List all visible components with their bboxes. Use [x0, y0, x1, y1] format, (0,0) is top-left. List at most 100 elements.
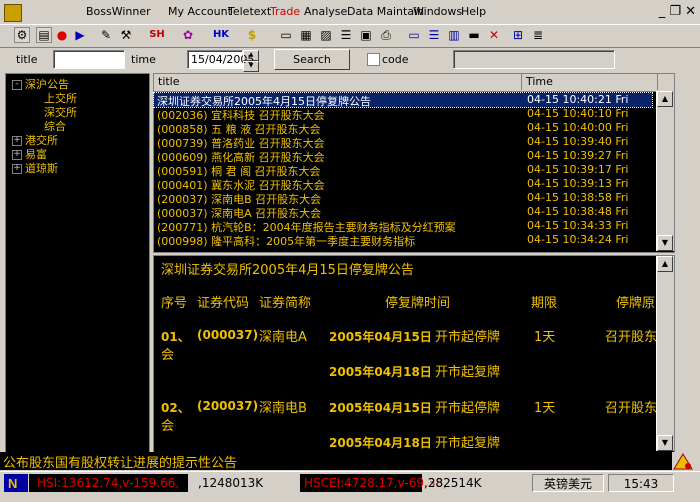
sh-button[interactable]: SH	[146, 27, 168, 43]
entry-time2-action: 开市起复牌	[435, 365, 501, 380]
page-icon[interactable]: ▣	[358, 27, 374, 43]
chart-tool-icon[interactable]: ⚙	[14, 27, 30, 43]
detail-scrollbar[interactable]: ▲ ▼	[656, 256, 674, 451]
time-label: time	[131, 53, 156, 66]
monitor-icon[interactable]: ▬	[466, 27, 482, 43]
list-item[interactable]: (000998) 隆平高科：2005年第一季度主要财务指标 04-15 10:34…	[154, 233, 652, 248]
close-window-icon[interactable]: ✕	[486, 27, 502, 43]
sector-icon[interactable]: ✿	[180, 27, 196, 43]
list-item-title: (000998) 隆平高科：2005年第一季度主要财务指标	[157, 235, 416, 248]
entry-period: 1天	[534, 330, 556, 345]
column-header-title[interactable]: title	[154, 74, 522, 90]
expand-icon[interactable]: +	[12, 136, 22, 146]
spin-down-icon[interactable]: ▼	[243, 61, 259, 72]
announcement-list: title Time 深圳证券交易所2005年4月15日停复牌公告 04-15 1…	[153, 73, 675, 253]
tree-item-dowjones[interactable]: + 道琼斯	[12, 160, 58, 176]
search-button[interactable]: Search	[274, 49, 350, 70]
hammer-icon[interactable]: ⚒	[118, 27, 134, 43]
entry-code: (200037)	[197, 399, 259, 413]
list-item-time: 04-15 10:40:10 Fri	[527, 107, 629, 120]
menu-my-account[interactable]: My Account	[168, 5, 232, 18]
currency-pair[interactable]: 英镑美元	[532, 474, 604, 492]
list-item[interactable]: (000591) 桐 君 阁 召开股东大会 04-15 10:39:17 Fri	[154, 163, 652, 178]
list-item[interactable]: (002036) 宜科科技 召开股东大会 04-15 10:40:10 Fri	[154, 107, 652, 122]
column-header-time[interactable]: Time	[522, 74, 658, 90]
spin-up-icon[interactable]: ▲	[243, 50, 259, 61]
hscei-volume: ,282514K	[424, 476, 482, 490]
list-item[interactable]: (000858) 五 粮 液 召开股东大会 04-15 10:40:00 Fri	[154, 121, 652, 136]
layout2-icon[interactable]: ☰	[426, 27, 442, 43]
entry-no: 01、	[161, 330, 190, 344]
list-item-time: 04-15 10:39:17 Fri	[527, 163, 629, 176]
detail-heading: 深圳证券交易所2005年4月15日停复牌公告	[161, 263, 414, 278]
announcement-detail: 深圳证券交易所2005年4月15日停复牌公告 序号 证券代码 证券简称 停复牌时…	[153, 255, 675, 453]
entry-time1: 2005年04月15日	[329, 330, 432, 344]
alert-icon[interactable]: ●	[54, 27, 70, 43]
entry-name: 深南电A	[259, 330, 307, 345]
menu-windows[interactable]: Windows	[413, 5, 462, 18]
list-item-time: 04-15 10:40:00 Fri	[527, 121, 629, 134]
scroll-down-icon[interactable]: ▼	[657, 435, 673, 451]
settings-icon[interactable]: ≣	[530, 27, 546, 43]
time-input[interactable]: 15/04/2005	[187, 50, 254, 69]
grid-icon[interactable]: ▦	[298, 27, 314, 43]
list-item-time: 04-15 10:34:24 Fri	[527, 233, 629, 246]
list-header: title Time	[154, 74, 674, 92]
status-logo-icon: N	[4, 474, 28, 492]
title-input[interactable]	[53, 50, 125, 69]
title-label: title	[16, 53, 38, 66]
col-code: 证券代码	[197, 296, 250, 311]
play-icon[interactable]: ▶	[72, 27, 88, 43]
scroll-up-icon[interactable]: ▲	[657, 91, 673, 107]
hk-button[interactable]: HK	[210, 27, 232, 43]
entry-period: 1天	[534, 401, 556, 416]
menu-analyse[interactable]: Analyse	[304, 5, 347, 18]
ticker-alert-icon[interactable]	[672, 452, 694, 472]
code-input[interactable]	[453, 50, 615, 69]
entry-no: 02、	[161, 401, 190, 415]
entry-time1: 2005年04月15日	[329, 401, 432, 415]
menu-help[interactable]: Help	[461, 5, 486, 18]
print-icon[interactable]: ⎙	[378, 27, 394, 43]
dollar-button[interactable]: $	[244, 27, 260, 43]
time-spinner[interactable]: ▲ ▼	[243, 50, 259, 72]
note-icon[interactable]: ✎	[98, 27, 114, 43]
tile-icon[interactable]: ⊞	[510, 27, 526, 43]
col-no: 序号	[161, 296, 188, 311]
category-tree: - 深沪公告 上交所 深交所 综合 + 港交所 + 易富 + 道琼斯	[5, 73, 150, 453]
list-item[interactable]: (200771) 杭汽轮B：2004年度报告主要财务指标及分红预案 04-15 1…	[154, 219, 652, 234]
hsi-index: HSI:13612.74,v-159.66,	[29, 474, 188, 492]
list-scrollbar[interactable]: ▲ ▼	[656, 91, 674, 251]
entry-time1-action: 开市起停牌	[435, 401, 501, 416]
window-controls[interactable]: _ ❐ ✕	[659, 4, 696, 19]
menu-trade[interactable]: Trade	[270, 5, 300, 18]
entry-code: (000037)	[197, 328, 259, 342]
scroll-up-icon[interactable]: ▲	[657, 256, 673, 272]
list-item[interactable]: (000609) 燕化高新 召开股东大会 04-15 10:39:27 Fri	[154, 149, 652, 164]
layout1-icon[interactable]: ▭	[406, 27, 422, 43]
list-item[interactable]: (000401) 冀东水泥 召开股东大会 04-15 10:39:13 Fri	[154, 177, 652, 192]
list-icon[interactable]: ☰	[338, 27, 354, 43]
col-period: 期限	[531, 296, 558, 311]
entry-time1-action: 开市起停牌	[435, 330, 501, 345]
ticker-text[interactable]: 公布股东国有股权转让进展的提示性公告	[3, 452, 237, 471]
code-checkbox[interactable]	[367, 53, 380, 66]
entry-reason-wrap: 会	[161, 419, 175, 434]
expand-icon[interactable]: +	[12, 164, 22, 174]
collapse-icon[interactable]: -	[12, 80, 22, 90]
expand-icon[interactable]: +	[12, 150, 22, 160]
list-item[interactable]: (000037) 深南电A 召开股东大会 04-15 10:38:48 Fri	[154, 205, 652, 220]
scroll-down-icon[interactable]: ▼	[657, 235, 673, 251]
teletext-icon[interactable]: ▤	[36, 27, 52, 43]
menu-teletext[interactable]: Teletext	[228, 5, 271, 18]
list-item-time: 04-15 10:40:21 Fri	[527, 93, 629, 106]
list-item-time: 04-15 10:39:13 Fri	[527, 177, 629, 190]
graph-icon[interactable]: ▨	[318, 27, 334, 43]
list-item[interactable]: (000739) 普洛药业 召开股东大会 04-15 10:39:40 Fri	[154, 135, 652, 150]
layout3-icon[interactable]: ▥	[446, 27, 462, 43]
list-item[interactable]: (200037) 深南电B 召开股东大会 04-15 10:38:58 Fri	[154, 191, 652, 206]
code-label: code	[382, 53, 409, 66]
window-icon[interactable]: ▭	[278, 27, 294, 43]
list-item-time: 04-15 10:39:40 Fri	[527, 135, 629, 148]
list-item[interactable]: 深圳证券交易所2005年4月15日停复牌公告 04-15 10:40:21 Fri	[153, 92, 653, 108]
